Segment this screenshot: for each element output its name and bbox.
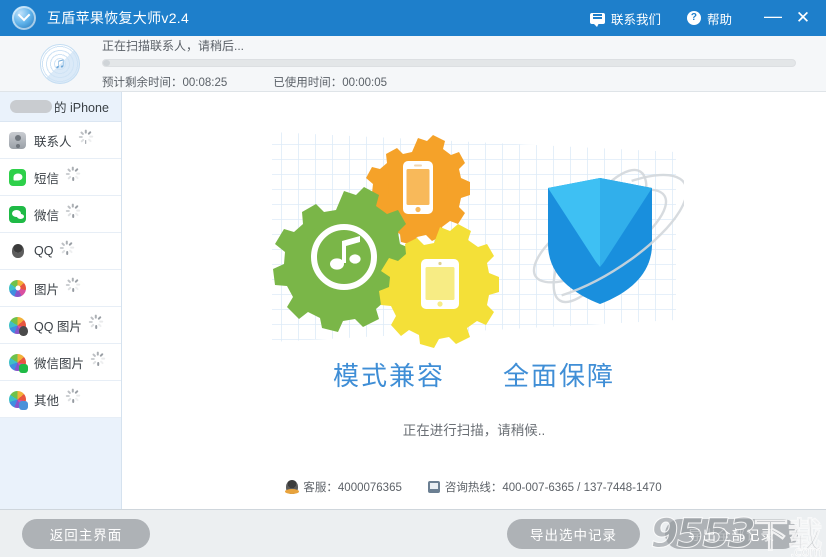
qq-icon	[9, 243, 26, 260]
elapsed-time-label: 已使用时间：00:00:05	[273, 77, 388, 89]
wechat-icon	[9, 205, 26, 223]
sidebar-item-6[interactable]: QQ 图片	[0, 307, 121, 344]
scan-time-row: 预计剩余时间：00:08:25 已使用时间：00:00:05	[102, 74, 796, 90]
hotline-label: 咨询热线：400-007-6365 / 137-7448-1470	[444, 482, 662, 494]
contact-us-label: 联系我们	[610, 12, 661, 27]
sidebar-item-label: 微信	[34, 208, 60, 223]
device-name-redaction	[10, 100, 52, 113]
customer-service-label: 客服：4000076365	[303, 482, 402, 494]
contact-us-button[interactable]: 联系我们	[589, 9, 661, 28]
app-title: 互盾苹果恢复大师v2.4	[47, 10, 190, 26]
loading-spinner-icon	[66, 204, 80, 221]
sidebar: 的 iPhone 联系人短信微信 QQ 图片 QQ 图片微信图片其他	[0, 92, 122, 509]
scan-status-bar: 正在扫描联系人，请稍后... 预计剩余时间：00:08:25 已使用时间：00:…	[0, 36, 826, 92]
shield-check-icon	[12, 6, 36, 30]
remaining-time-label: 预计剩余时间：00:08:25	[102, 77, 228, 89]
sidebar-item-7[interactable]: 微信图片	[0, 344, 121, 381]
minimize-icon[interactable]: —	[758, 0, 788, 36]
hotline-phone-icon	[427, 481, 440, 493]
export-selected-button[interactable]: 导出选中记录	[507, 519, 640, 549]
device-header: 的 iPhone	[0, 92, 121, 122]
loading-spinner-icon	[66, 278, 80, 295]
sidebar-item-1[interactable]: 联系人	[0, 122, 121, 159]
application-window: 互盾苹果恢复大师v2.4 联系我们 ? 帮助 — ✕ 正在扫描联系人，请稍后..…	[0, 0, 826, 557]
sms-icon	[9, 168, 26, 186]
scan-status-text: 正在扫描联系人，请稍后...	[102, 39, 245, 53]
chat-bubble-icon	[589, 12, 605, 27]
loading-spinner-icon	[66, 389, 80, 406]
tagline-left: 模式兼容	[332, 362, 445, 392]
sidebar-item-4[interactable]: QQ	[0, 233, 121, 270]
sidebar-item-5[interactable]: 图片	[0, 270, 121, 307]
sidebar-item-label: QQ 图片	[34, 319, 82, 334]
sidebar-item-3[interactable]: 微信	[0, 196, 121, 233]
wechat-photos-icon	[9, 353, 28, 373]
customer-service-contact: 客服：4000076365	[285, 479, 402, 495]
scan-progress-fill	[103, 60, 110, 66]
loading-spinner-icon	[66, 167, 80, 184]
loading-spinner-icon	[91, 352, 105, 369]
sidebar-item-8[interactable]: 其他	[0, 381, 121, 418]
sidebar-item-label: 其他	[34, 393, 60, 408]
export-all-button[interactable]: 导出全部记录	[665, 519, 798, 549]
qq-penguin-icon	[285, 480, 300, 494]
title-bar-actions: 联系我们 ? 帮助 — ✕	[589, 0, 826, 36]
help-label: 帮助	[706, 12, 732, 27]
itunes-music-icon	[40, 43, 80, 84]
sidebar-item-label: 联系人	[34, 134, 72, 149]
sidebar-item-2[interactable]: 短信	[0, 159, 121, 196]
scan-message: 正在进行扫描，请稍候..	[402, 423, 546, 438]
loading-spinner-icon	[60, 241, 75, 258]
sidebar-item-label: 图片	[34, 282, 60, 297]
main-content: 模式兼容 全面保障 正在进行扫描，请稍候.. 客服：4000076365 咨询热…	[122, 92, 826, 509]
tagline: 模式兼容 全面保障	[333, 356, 615, 393]
footer-bar: 返回主界面 导出选中记录 导出全部记录 9553下载 .com	[0, 509, 826, 557]
tagline-right: 全面保障	[503, 362, 616, 392]
help-button[interactable]: ? 帮助	[686, 9, 732, 28]
sidebar-item-label: QQ	[34, 244, 54, 258]
title-bar: 互盾苹果恢复大师v2.4 联系我们 ? 帮助 — ✕	[0, 0, 826, 36]
question-mark-icon: ?	[686, 11, 701, 25]
gears-and-shield-illustration	[264, 114, 688, 354]
contacts-icon	[9, 131, 26, 149]
hotline-contact: 咨询热线：400-007-6365 / 137-7448-1470	[427, 479, 662, 495]
loading-spinner-icon	[89, 315, 103, 332]
photos-icon	[9, 279, 26, 297]
scan-status-block: 正在扫描联系人，请稍后... 预计剩余时间：00:08:25 已使用时间：00:…	[102, 37, 826, 90]
qq-photos-icon	[9, 316, 28, 336]
sidebar-item-list: 联系人短信微信 QQ 图片 QQ 图片微信图片其他	[0, 122, 121, 418]
device-name-label: 的 iPhone	[54, 101, 109, 115]
close-icon[interactable]: ✕	[788, 0, 818, 36]
loading-spinner-icon	[78, 130, 93, 147]
support-contact-row: 客服：4000076365 咨询热线：400-007-6365 / 137-74…	[122, 479, 826, 495]
other-files-icon	[9, 390, 28, 410]
sidebar-item-label: 微信图片	[34, 356, 85, 371]
scan-progress-bar	[102, 59, 796, 67]
back-to-main-button[interactable]: 返回主界面	[22, 519, 150, 549]
sidebar-item-label: 短信	[34, 171, 60, 186]
